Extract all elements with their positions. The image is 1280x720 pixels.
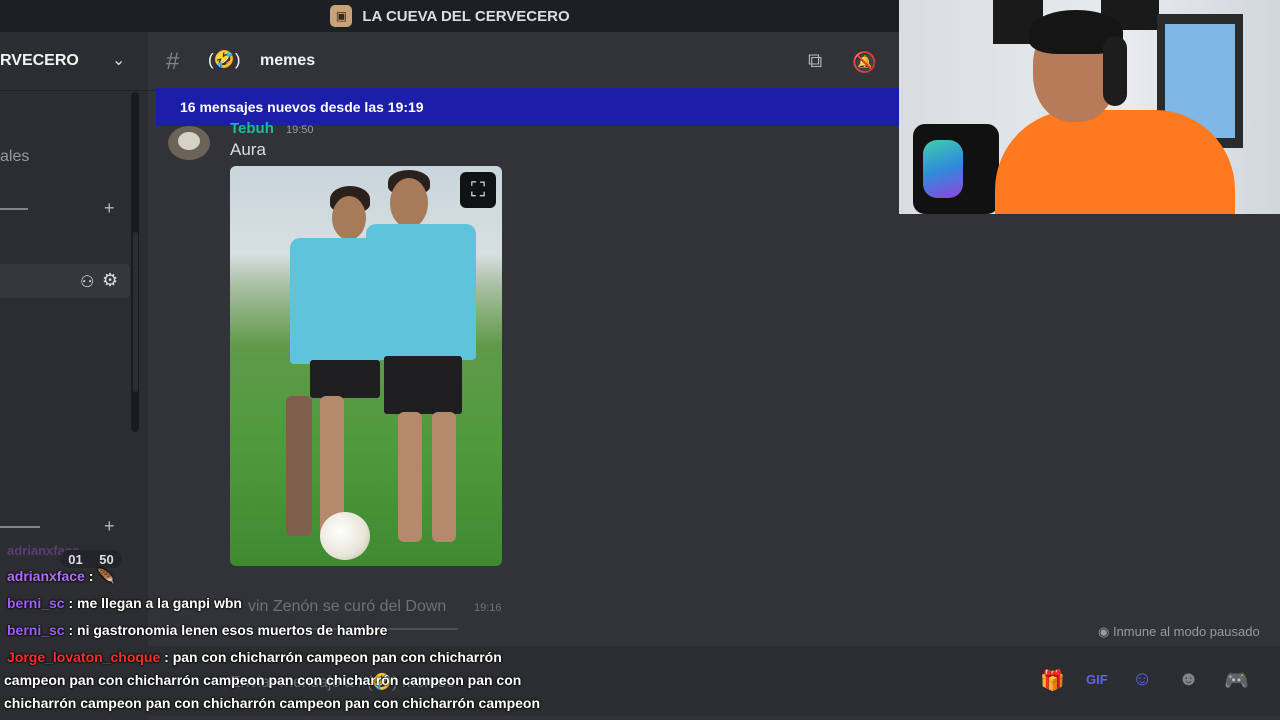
chat-message-continued: campeon pan con chicharrón campeon pan c… [4,672,522,688]
server-icon: ▣ [330,5,353,27]
player-right-shirt [366,224,476,360]
gear-icon[interactable]: ⚙ [102,270,118,291]
hash-icon: # [166,48,180,75]
emoji-icon[interactable]: ☻ [1178,668,1199,691]
streamer-shirt [995,110,1235,214]
avatar[interactable] [168,126,210,160]
player-right-shorts [384,356,462,414]
plus-icon[interactable]: + [104,516,115,537]
window-title: LA CUEVA DEL CERVECERO [362,7,570,25]
sidebar-scroll-thumb[interactable] [133,232,138,392]
expand-icon[interactable]: ⛶ [460,172,496,208]
player-left-shorts [310,360,380,398]
chat-message-continued: chicharrón campeon pan con chicharrón ca… [4,695,541,711]
chat-message: berni_sc : ni gastronomia lenen esos mue… [7,622,387,638]
category-divider [0,526,40,528]
player-right-leg [398,412,422,542]
headset [1103,36,1127,106]
webcam-overlay [899,0,1280,214]
player-right-leg [432,412,456,542]
chat-username[interactable]: berni_sc [7,622,65,638]
player-right-head [390,178,428,228]
gift-icon[interactable]: 🎁 [1040,668,1065,693]
channel-fragment[interactable]: ales [0,148,29,166]
chat-text: : ni gastronomia lenen esos muertos de h… [64,622,388,638]
chevron-down-icon[interactable]: ⌄ [112,50,125,70]
category-divider [0,208,28,210]
chat-message: berni_sc : me llegan a la ganpi wbn [7,595,242,611]
timer-badge: 01 50 [60,550,122,568]
message-image[interactable]: ⛶ [230,166,502,566]
chat-username[interactable]: berni_sc [7,595,65,611]
server-name: RVECERO [0,52,79,69]
immune-text: Inmune al modo pausado [1112,624,1260,639]
chat-text: : pan con chicharrón campeon pan con chi… [160,649,502,665]
chat-text: : me llegan a la ganpi wbn [64,595,242,611]
new-messages-text: 16 mensajes nuevos desde las 19:19 [180,99,424,115]
chat-username[interactable]: Jorge_lovaton_choque [7,649,160,665]
chat-message: Jorge_lovaton_choque : pan con chicharró… [7,649,502,665]
sticker-icon[interactable]: ☺ [1132,668,1152,691]
add-member-icon[interactable]: ⚇ [80,272,94,292]
chat-message: adrianxface : 🪶 [7,568,115,585]
server-header[interactable]: RVECERO ⌄ [0,32,148,91]
mic-glow [923,140,963,198]
timer-a: 01 [68,551,83,567]
player-left-head [332,196,366,240]
plus-icon[interactable]: + [104,198,115,219]
mute-bell-icon[interactable]: 🔕 [852,50,877,75]
gamepad-icon[interactable]: 🎮 [1224,668,1249,693]
message-author[interactable]: Tebuh [230,120,274,137]
threads-icon[interactable]: ⧉ [808,50,822,73]
channel-emoji: (🤣) [208,50,241,69]
player-left-leg [286,396,312,536]
channel-header: # (🤣) memes ⧉ 🔕 [148,32,900,91]
message-time: 19:50 [286,124,314,136]
slowmode-immune-label: ◉ Inmune al modo pausado [1098,624,1260,639]
gif-icon[interactable]: GIF [1086,672,1108,687]
chat-username[interactable]: adrianxface [7,568,85,584]
message-text: Aura [230,140,266,159]
chat-text: : 🪶 [84,568,115,584]
stream-chat-overlay: adrianxface 01 50 adrianxface : 🪶 berni_s… [0,540,560,720]
channel-name: memes [260,52,316,69]
timer-b: 50 [99,551,114,567]
